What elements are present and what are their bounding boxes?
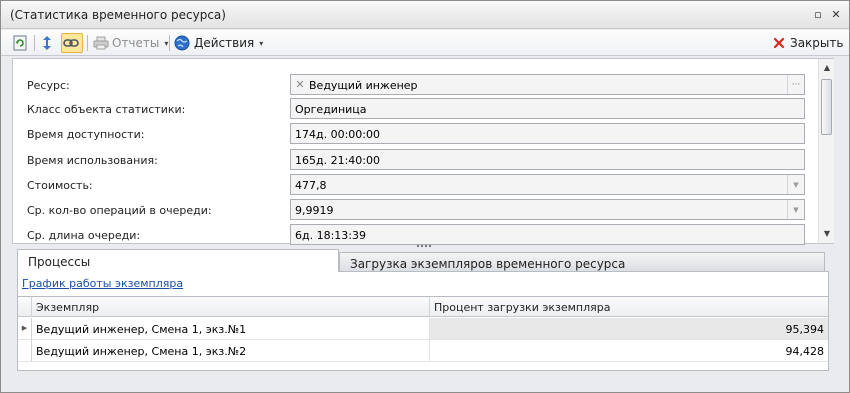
- field-stat-class: Класс объекта статистики: Оргединица: [13, 98, 805, 120]
- grid-header: Экземпляр Процент загрузки экземпляра: [18, 297, 828, 317]
- expand-button[interactable]: [38, 33, 56, 53]
- actions-label: Действия: [194, 36, 255, 50]
- chevron-down-icon: ▾: [259, 38, 264, 48]
- close-window-icon[interactable]: ✕: [830, 9, 842, 21]
- field-label: Ресурс:: [27, 79, 70, 92]
- row-indicator-header: [18, 297, 32, 317]
- load-cell[interactable]: 95,394: [430, 318, 828, 339]
- field-usage-time: Время использования: 165д. 21:40:00: [13, 149, 805, 171]
- availability-time-value: 174д. 00:00:00: [295, 128, 380, 141]
- field-avg-queue-length: Ср. длина очереди: 6д. 18:13:39: [13, 224, 805, 246]
- field-availability-time: Время доступности: 174д. 00:00:00: [13, 123, 805, 145]
- stat-class-value: Оргединица: [295, 103, 367, 116]
- usage-time-value: 165д. 21:40:00: [295, 154, 380, 167]
- processes-panel: График работы экземпляра Экземпляр Проце…: [17, 271, 829, 371]
- instance-schedule-link[interactable]: График работы экземпляра: [22, 277, 183, 290]
- scroll-up-icon[interactable]: ▲: [822, 63, 832, 73]
- tab-instance-load[interactable]: Загрузка экземпляров временного ресурса: [339, 252, 825, 272]
- link-icon: [62, 34, 80, 52]
- window-bottom-padding: [12, 373, 834, 381]
- refresh-button[interactable]: [11, 33, 29, 53]
- ellipsis-icon[interactable]: ···: [787, 75, 804, 94]
- dropdown-arrow-icon[interactable]: ▼: [787, 175, 804, 194]
- avg-queue-ops-input[interactable]: 9,9919 ▼: [290, 199, 805, 220]
- resource-value: Ведущий инженер: [309, 79, 418, 92]
- load-cell[interactable]: 94,428: [430, 340, 828, 361]
- window-titlebar: (Статистика временного ресурса) ▫ ✕: [1, 1, 849, 29]
- column-header-load[interactable]: Процент загрузки экземпляра: [430, 297, 828, 317]
- row-indicator: [18, 340, 32, 361]
- field-label: Время использования:: [27, 154, 158, 167]
- toolbar-separator: [34, 35, 35, 51]
- statistics-form: Ресурс: ✕ Ведущий инженер ··· Класс объе…: [12, 58, 834, 246]
- reports-label: Отчеты: [112, 36, 160, 50]
- reports-button[interactable]: Отчеты ▾: [92, 33, 168, 53]
- link-button[interactable]: [61, 33, 83, 53]
- toolbar: Отчеты ▾ Действия ▾ Закрыть: [1, 30, 849, 56]
- table-row[interactable]: Ведущий инженер, Смена 1, экз.№2 94,428: [18, 340, 828, 362]
- field-resource: Ресурс: ✕ Ведущий инженер ···: [13, 74, 805, 96]
- tab-strip: Процессы Загрузка экземпляров временного…: [12, 249, 834, 272]
- scroll-thumb[interactable]: [821, 79, 832, 135]
- field-cost: Стоимость: 477,8 ▼: [13, 174, 805, 196]
- stat-class-input[interactable]: Оргединица: [290, 98, 805, 119]
- chevron-down-icon: ▾: [164, 38, 169, 48]
- avg-queue-ops-value: 9,9919: [295, 204, 334, 217]
- cost-value: 477,8: [295, 179, 327, 192]
- splitter-grip[interactable]: [417, 245, 431, 247]
- field-label: Ср. длина очереди:: [27, 229, 141, 242]
- field-label: Стоимость:: [27, 179, 93, 192]
- row-pointer-icon: ▶: [18, 318, 32, 339]
- close-red-icon: [770, 34, 788, 52]
- toolbar-separator: [169, 35, 170, 51]
- usage-time-input[interactable]: 165д. 21:40:00: [290, 149, 805, 170]
- form-scrollbar[interactable]: ▲ ▼: [818, 59, 834, 243]
- toolbar-separator: [87, 35, 88, 51]
- avg-queue-length-input[interactable]: 6д. 18:13:39: [290, 224, 805, 245]
- restore-icon[interactable]: ▫: [812, 9, 824, 21]
- avg-queue-length-value: 6д. 18:13:39: [295, 229, 367, 242]
- close-label: Закрыть: [790, 36, 844, 50]
- globe-icon: [173, 34, 191, 52]
- window-title: (Статистика временного ресурса): [10, 8, 226, 22]
- cost-input[interactable]: 477,8 ▼: [290, 174, 805, 195]
- close-button[interactable]: Закрыть: [770, 33, 843, 53]
- field-label: Класс объекта статистики:: [27, 103, 186, 116]
- instance-cell[interactable]: Ведущий инженер, Смена 1, экз.№1: [32, 318, 430, 339]
- clear-icon[interactable]: ✕: [294, 78, 306, 91]
- field-label: Время доступности:: [27, 128, 145, 141]
- printer-icon: [92, 34, 110, 52]
- instances-grid: Экземпляр Процент загрузки экземпляра ▶ …: [18, 296, 828, 370]
- tab-processes[interactable]: Процессы: [17, 249, 339, 272]
- resource-input[interactable]: ✕ Ведущий инженер ···: [290, 74, 805, 95]
- field-avg-queue-ops: Ср. кол-во операций в очереди: 9,9919 ▼: [13, 199, 805, 221]
- field-label: Ср. кол-во операций в очереди:: [27, 204, 212, 217]
- statistics-window: (Статистика временного ресурса) ▫ ✕ Отче…: [0, 0, 850, 393]
- dropdown-arrow-icon[interactable]: ▼: [787, 200, 804, 219]
- actions-button[interactable]: Действия ▾: [173, 33, 263, 53]
- table-row[interactable]: ▶ Ведущий инженер, Смена 1, экз.№1 95,39…: [18, 318, 828, 340]
- column-header-instance[interactable]: Экземпляр: [32, 297, 430, 317]
- expand-vertical-icon: [38, 34, 56, 52]
- instance-cell[interactable]: Ведущий инженер, Смена 1, экз.№2: [32, 340, 430, 361]
- scroll-down-icon[interactable]: ▼: [822, 229, 832, 239]
- availability-time-input[interactable]: 174д. 00:00:00: [290, 123, 805, 144]
- refresh-icon: [11, 34, 29, 52]
